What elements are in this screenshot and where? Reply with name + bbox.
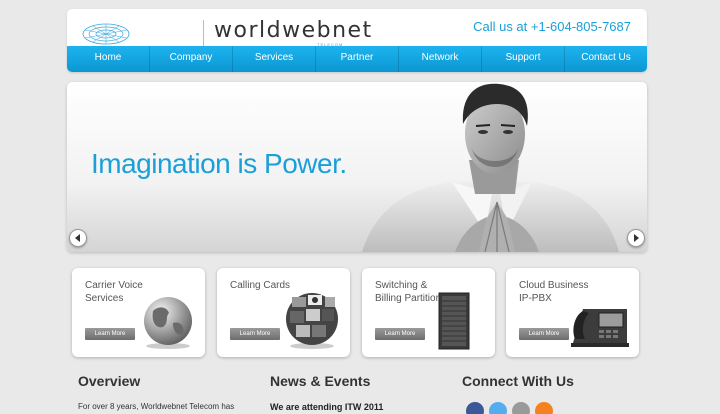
facebook-icon[interactable] [466,402,484,414]
call-us-text: Call us at +1-604-805-7687 [473,19,631,34]
nav-home[interactable]: Home [67,46,150,72]
nav-support[interactable]: Support [482,46,565,72]
card-switching-billing[interactable]: Switching & Billing Partitions Learn Mor… [362,268,495,357]
nav-services[interactable]: Services [233,46,316,72]
flags-globe-icon [286,293,338,349]
card-calling-cards[interactable]: Calling Cards Learn More [217,268,350,357]
card-carrier-voice[interactable]: Carrier Voice Services Learn More [72,268,205,357]
carousel-next-button[interactable] [627,229,645,247]
news-title: News & Events [270,373,371,389]
carousel-prev-button[interactable] [69,229,87,247]
hero-banner: Imagination is Power. [67,82,647,252]
chevron-left-icon [75,234,80,242]
site-header: worldwebnet TELECOM Call us at +1-604-80… [67,9,647,72]
hero-tagline: Imagination is Power. [91,148,347,179]
nav-partner[interactable]: Partner [316,46,399,72]
overview-text: For over 8 years, Worldwebnet Telecom ha… [78,402,235,411]
overview-title: Overview [78,373,141,389]
learn-more-button[interactable]: Learn More [85,328,135,340]
blog-icon[interactable] [535,402,553,414]
hero-person-image [362,83,619,252]
twitter-icon[interactable] [489,402,507,414]
ip-phone-icon [571,309,629,347]
email-icon[interactable] [512,402,530,414]
news-item-link[interactable]: We are attending ITW 2011 [270,402,383,412]
learn-more-button[interactable]: Learn More [375,328,425,340]
connect-title: Connect With Us [462,373,574,389]
card-cloud-ip-pbx[interactable]: Cloud Business IP-PBX Learn More [506,268,639,357]
nav-contact-us[interactable]: Contact Us [565,46,647,72]
nav-network[interactable]: Network [399,46,482,72]
main-nav: Home Company Services Partner Network Su… [67,46,647,72]
logo-divider [203,20,204,46]
logo-wordmark[interactable]: worldwebnet [214,18,373,43]
chevron-right-icon [634,234,639,242]
globe-icon [144,297,192,349]
server-icon [438,292,470,350]
learn-more-button[interactable]: Learn More [519,328,569,340]
logo-mesh-icon[interactable] [81,21,131,47]
nav-company[interactable]: Company [150,46,233,72]
learn-more-button[interactable]: Learn More [230,328,280,340]
